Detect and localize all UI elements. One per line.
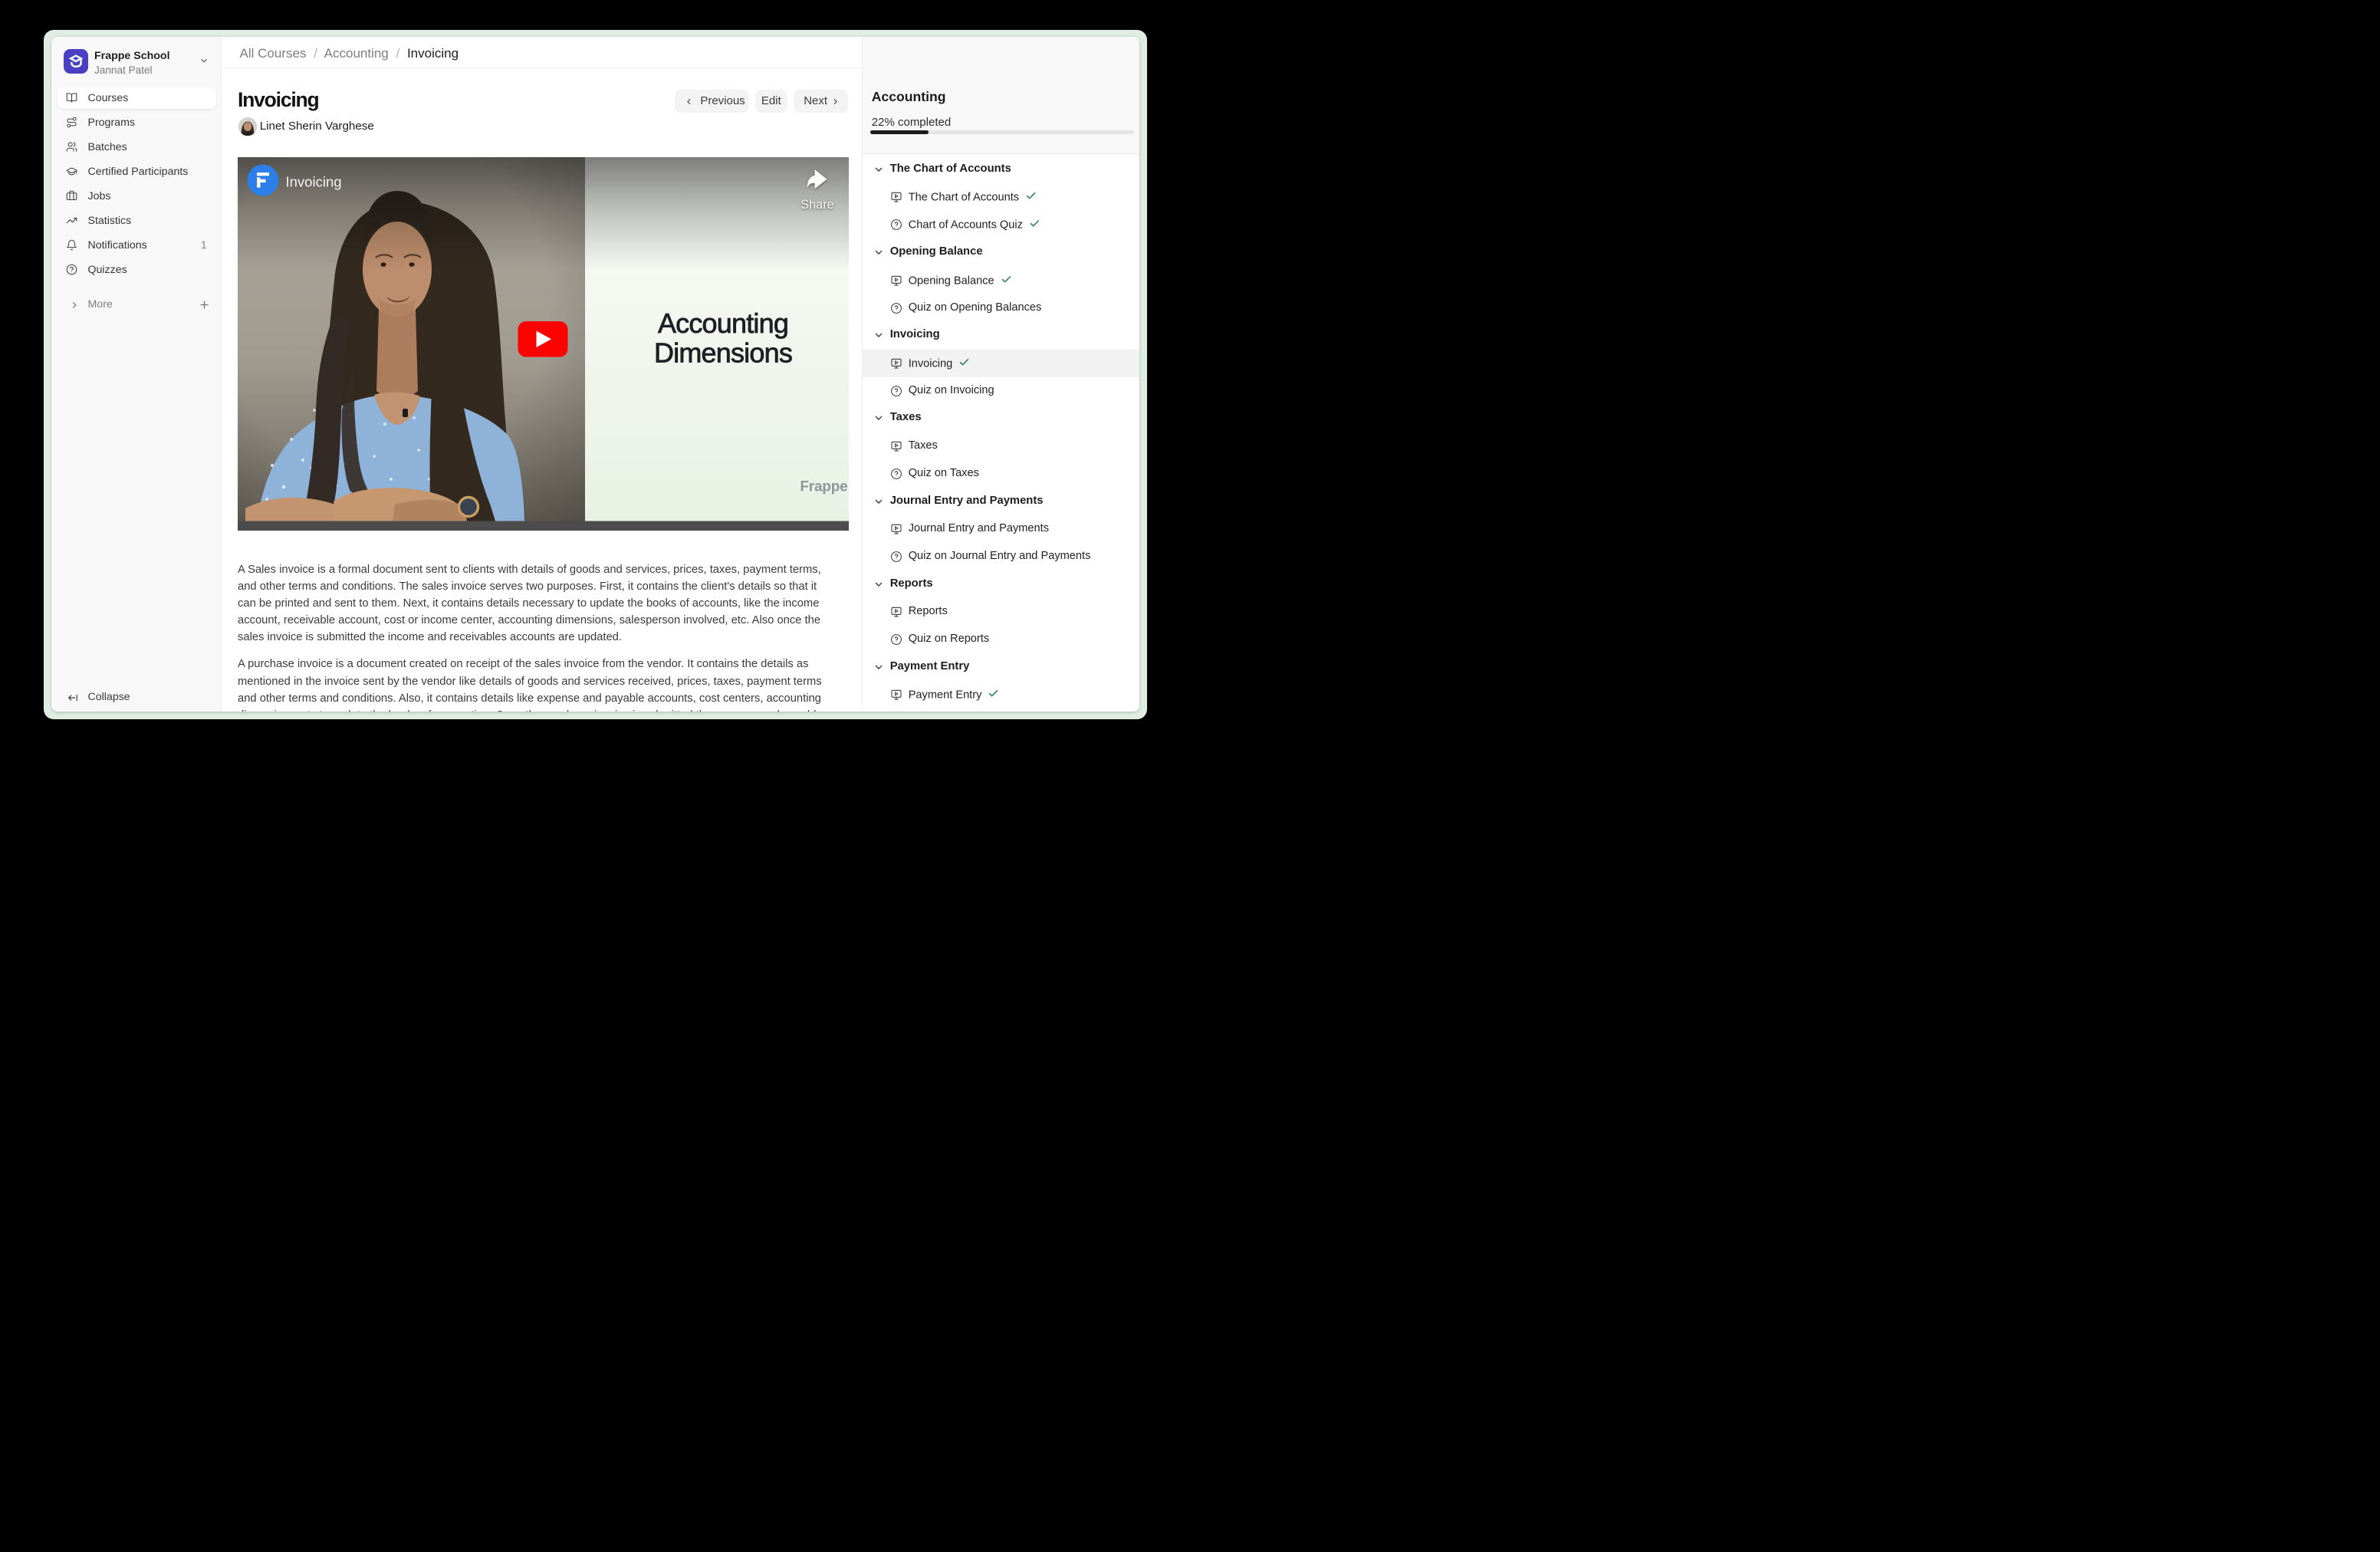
svg-text:Invoicing: Invoicing <box>285 174 341 190</box>
svg-text:Accounting: Accounting <box>658 307 788 339</box>
svg-text:Dimensions: Dimensions <box>654 337 792 369</box>
svg-text:Share: Share <box>800 198 833 212</box>
svg-text:Frappe: Frappe <box>800 479 847 495</box>
